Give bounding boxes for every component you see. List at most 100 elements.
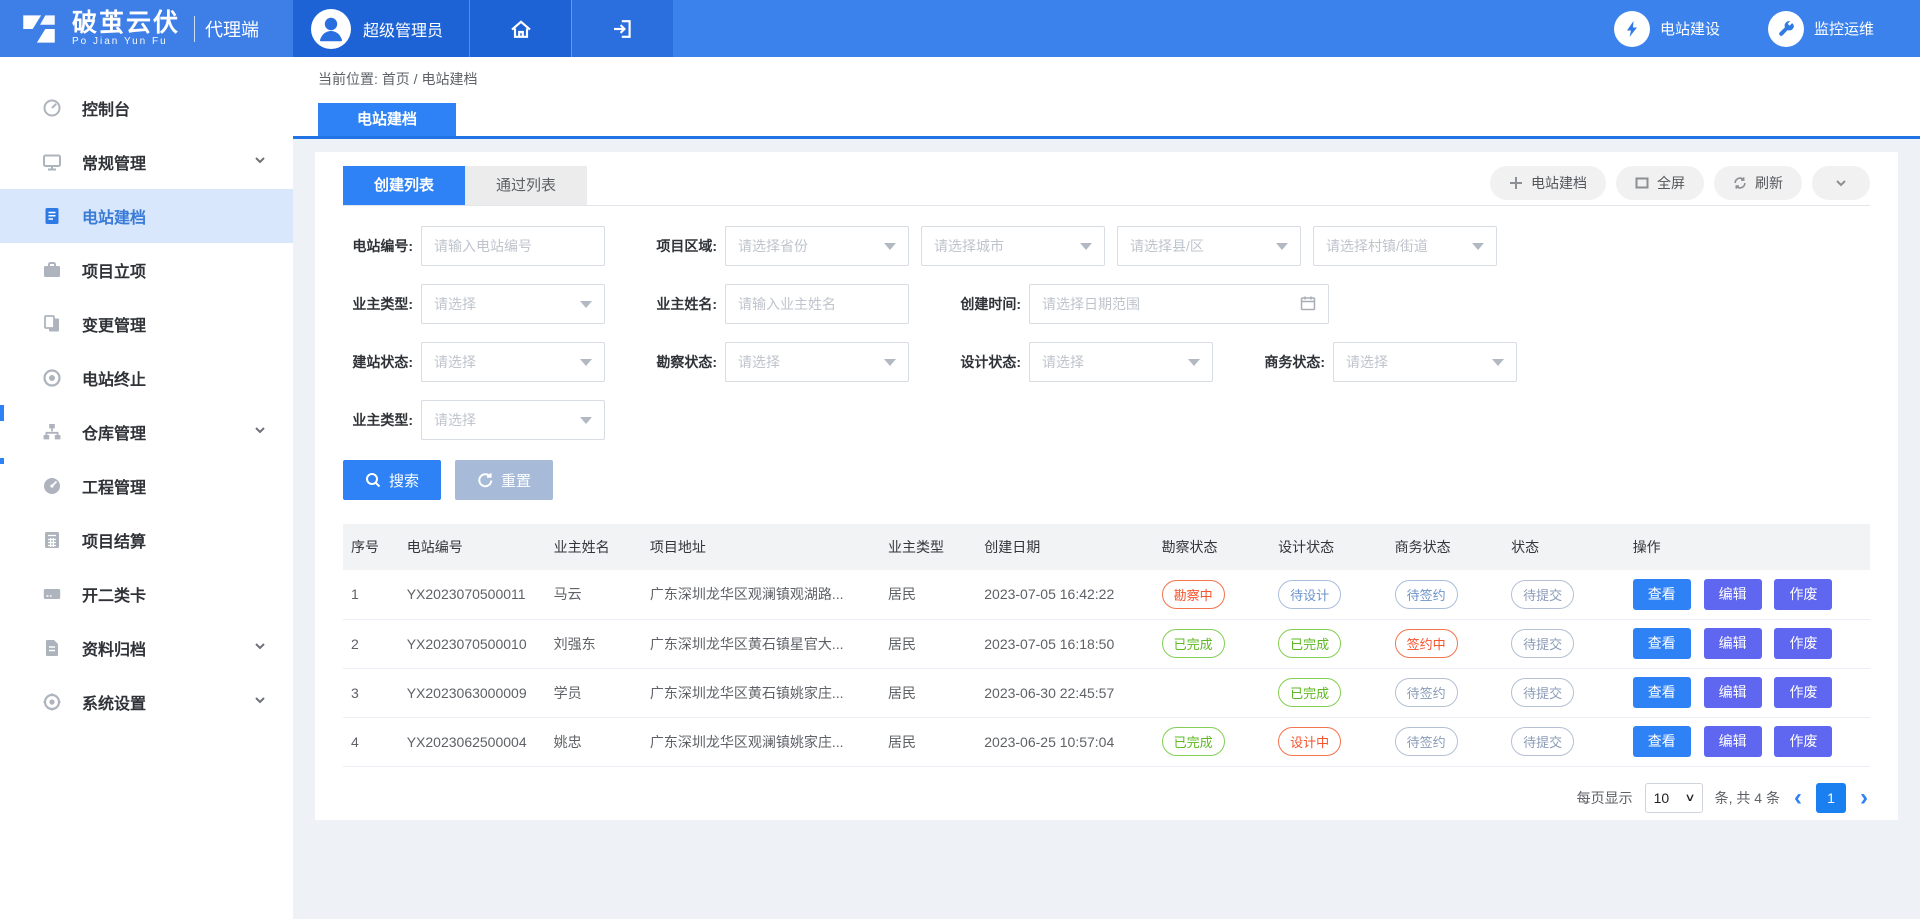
status-badge: 勘察中 [1162,580,1225,609]
sidebar-scrollbar[interactable] [0,458,4,464]
owner-type-select[interactable]: 请选择 [421,284,605,324]
county-select[interactable]: 请选择县/区 [1117,226,1301,266]
town-select[interactable]: 请选择村镇/街道 [1313,226,1497,266]
archive-doc-icon [42,638,62,658]
caret-down-icon [884,243,896,250]
business-status-label: 商务状态: [1225,352,1325,372]
status-badge: 待签约 [1395,580,1458,609]
sidebar-scrollbar[interactable] [0,405,4,421]
sidebar-item-system-settings[interactable]: 系统设置 [0,675,293,729]
status-badge: 已完成 [1278,678,1341,707]
owner-type2-select[interactable]: 请选择 [421,400,605,440]
business-status-select[interactable]: 请选择 [1333,342,1517,382]
monitor-icon [42,152,62,172]
table-row: 1 YX2023070500011 马云 广东深圳龙华区观澜镇观湖路... 居民… [343,570,1870,619]
owner-name-input[interactable] [738,296,896,312]
caret-down-icon [1276,243,1288,250]
breadcrumb-prefix: 当前位置: [318,71,378,87]
wrench-icon [1768,11,1804,47]
sidebar-item-project-settlement[interactable]: 项目结算 [0,513,293,567]
view-button[interactable]: 查看 [1633,579,1691,610]
build-status-select[interactable]: 请选择 [421,342,605,382]
edit-button[interactable]: 编辑 [1704,677,1762,708]
sidebar-item-open-card[interactable]: 开二类卡 [0,567,293,621]
current-page-button[interactable]: 1 [1816,783,1846,813]
tab-passed-list[interactable]: 通过列表 [465,166,587,205]
search-button[interactable]: 搜索 [343,460,441,500]
caret-down-icon [1472,243,1484,250]
design-status-select[interactable]: 请选择 [1029,342,1213,382]
view-button[interactable]: 查看 [1633,726,1691,757]
caret-down-icon [580,417,592,424]
sidebar-item-engineering-mgmt[interactable]: 工程管理 [0,459,293,513]
top-header: 破茧云伏 Po Jian Yun Fu 代理端 超级管理员 [0,0,1920,57]
status-badge: 待提交 [1511,727,1574,756]
void-button[interactable]: 作废 [1774,579,1832,610]
total-count-label: 条, 共 4 条 [1715,788,1780,808]
sidebar-item-project-initiation[interactable]: 项目立项 [0,243,293,297]
sidebar-item-warehouse-mgmt[interactable]: 仓库管理 [0,405,293,459]
logout-button[interactable] [571,0,673,57]
view-button[interactable]: 查看 [1633,628,1691,659]
reset-button[interactable]: 重置 [455,460,553,500]
survey-status-select[interactable]: 请选择 [725,342,909,382]
status-badge: 待设计 [1278,580,1341,609]
void-button[interactable]: 作废 [1774,677,1832,708]
caret-down-icon [580,301,592,308]
page-tab-station-archive[interactable]: 电站建档 [318,103,456,136]
date-range-input[interactable] [1029,284,1329,324]
add-station-button[interactable]: 电站建档 [1490,166,1606,200]
edit-button[interactable]: 编辑 [1704,726,1762,757]
home-icon [509,17,533,41]
status-badge: 设计中 [1278,727,1341,756]
edit-button[interactable]: 编辑 [1704,628,1762,659]
status-badge: 已完成 [1162,629,1225,658]
status-badge: 待提交 [1511,678,1574,707]
sidebar-item-station-archive[interactable]: 电站建档 [0,189,293,243]
home-button[interactable] [469,0,571,57]
breadcrumb-home[interactable]: 首页 [382,71,410,87]
caret-down-icon [884,359,896,366]
sitemap-icon [42,422,62,442]
sidebar-item-console[interactable]: 控制台 [0,81,293,135]
module-station-build[interactable]: 电站建设 [1614,11,1720,47]
void-button[interactable]: 作废 [1774,628,1832,659]
tab-create-list[interactable]: 创建列表 [343,166,465,205]
city-select[interactable]: 请选择城市 [921,226,1105,266]
card-icon [42,584,62,604]
sidebar: 控制台 常规管理 电站建档 项目立项 变更管理 电站终止 [0,57,293,919]
survey-status-label: 勘察状态: [617,352,717,372]
edit-button[interactable]: 编辑 [1704,579,1762,610]
user-name: 超级管理员 [363,17,443,41]
station-no-input[interactable] [434,238,592,254]
owner-type2-label: 业主类型: [343,410,413,430]
caret-down-icon [1492,359,1504,366]
sidebar-item-data-archive[interactable]: 资料归档 [0,621,293,675]
owner-type-label: 业主类型: [343,294,413,314]
next-page-button[interactable]: › [1858,786,1870,810]
station-no-label: 电站编号: [343,236,413,256]
prev-page-button[interactable]: ‹ [1792,786,1804,810]
document-icon [42,206,62,226]
user-menu[interactable]: 超级管理员 [293,0,469,57]
caret-down-icon [1188,359,1200,366]
collapse-button[interactable] [1812,166,1870,200]
plus-icon [1509,176,1523,190]
dashboard-icon [42,98,62,118]
fullscreen-button[interactable]: 全屏 [1616,166,1704,200]
build-status-label: 建站状态: [343,352,413,372]
sidebar-item-station-terminate[interactable]: 电站终止 [0,351,293,405]
chevron-down-icon [253,693,267,712]
breadcrumb: 当前位置: 首页 / 电站建档 [293,57,1920,103]
sidebar-item-general-mgmt[interactable]: 常规管理 [0,135,293,189]
refresh-button[interactable]: 刷新 [1714,166,1802,200]
module-monitor-ops[interactable]: 监控运维 [1768,11,1874,47]
view-button[interactable]: 查看 [1633,677,1691,708]
owner-name-label: 业主姓名: [617,294,717,314]
page-size-select[interactable]: 10 ∨ [1645,783,1703,813]
sidebar-item-change-mgmt[interactable]: 变更管理 [0,297,293,351]
breadcrumb-separator: / [414,71,418,87]
chevron-down-icon [253,153,267,172]
province-select[interactable]: 请选择省份 [725,226,909,266]
void-button[interactable]: 作废 [1774,726,1832,757]
